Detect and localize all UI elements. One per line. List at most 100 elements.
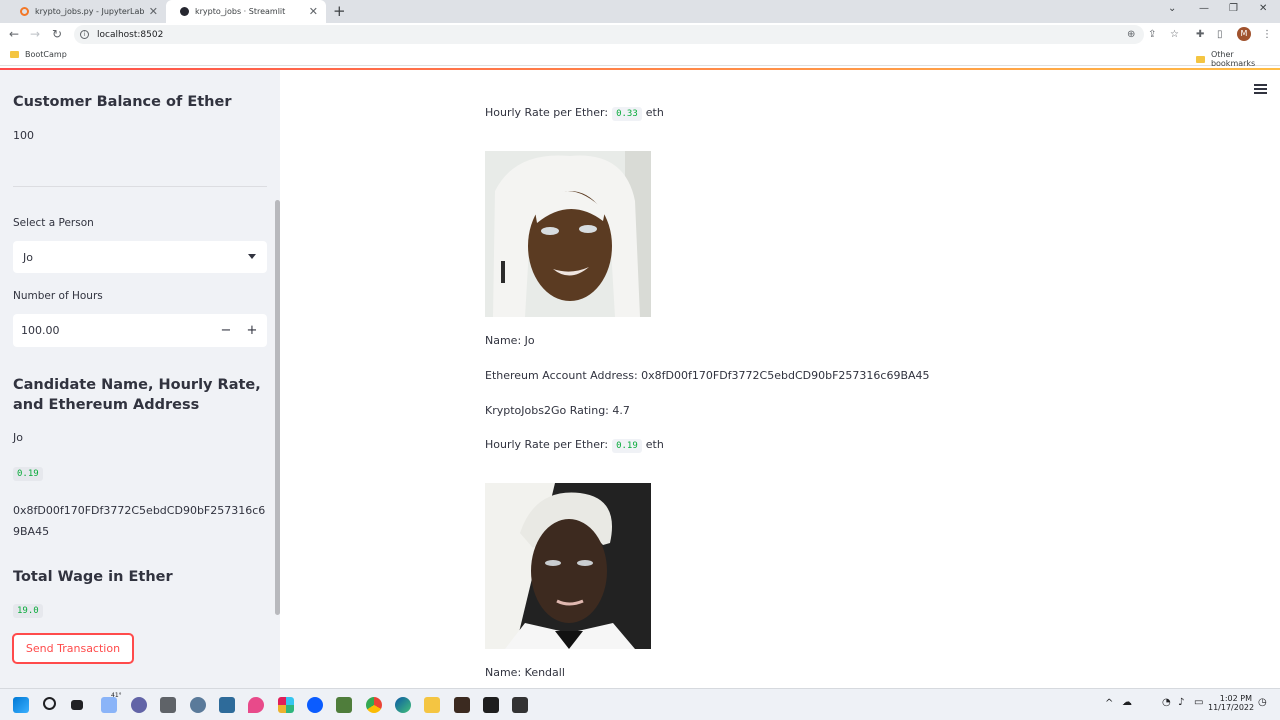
menu-kebab-icon[interactable]: ⋮: [1262, 29, 1272, 40]
candidate-name: Jo: [13, 431, 23, 444]
settings-icon[interactable]: [190, 697, 206, 713]
windows-start-icon[interactable]: [13, 697, 29, 713]
minimize-icon[interactable]: —: [1199, 3, 1209, 14]
url-text[interactable]: localhost:8502: [97, 30, 163, 40]
close-icon[interactable]: ✕: [149, 5, 158, 18]
edge-icon[interactable]: [395, 697, 411, 713]
wage-value: 19.0: [13, 604, 43, 618]
profile-avatar[interactable]: M: [1237, 27, 1251, 41]
candidate-photo-kendall: [485, 483, 651, 649]
battery-icon[interactable]: ▭: [1194, 697, 1203, 708]
bookmarks-bar: BootCamp Other bookmarks: [0, 46, 1280, 68]
increment-button[interactable]: +: [239, 314, 265, 347]
sidebar: Customer Balance of Ether 100 Select a P…: [0, 70, 280, 688]
send-transaction-button[interactable]: Send Transaction: [12, 633, 134, 664]
tray-chevron-icon[interactable]: ^: [1105, 698, 1113, 709]
rate-unit: eth: [645, 106, 664, 119]
candidate-address: 0x8fD00f170FDf3772C5ebdCD90bF257316c69BA…: [13, 504, 266, 538]
zoom-app-icon[interactable]: [307, 697, 323, 713]
postgres-icon[interactable]: [219, 697, 235, 713]
bookmark-label: Other bookmarks: [1210, 50, 1256, 68]
clock[interactable]: 1:02 PM 11/17/2022: [1208, 694, 1255, 712]
folder-icon: [10, 51, 19, 58]
reload-icon[interactable]: ↻: [52, 27, 62, 41]
rate-value: 0.33: [612, 107, 642, 121]
site-info-icon[interactable]: i: [80, 30, 89, 39]
wage-heading: Total Wage in Ether: [13, 569, 173, 585]
candidate-heading: Candidate Name, Hourly Rate, and Ethereu…: [13, 377, 261, 413]
share-icon[interactable]: ⇪: [1148, 29, 1156, 40]
sidepanel-icon[interactable]: ▯: [1217, 29, 1223, 40]
chat-icon[interactable]: [131, 697, 147, 713]
tab-jupyterlab[interactable]: krypto_jobs.py - JupyterLab ✕: [6, 0, 166, 23]
bookmark-other[interactable]: Other bookmarks: [1196, 50, 1280, 68]
candidate-address-jo: Ethereum Account Address: 0x8fD00f170FDf…: [485, 369, 930, 382]
tab-streamlit[interactable]: krypto_jobs · Streamlit ✕: [166, 0, 326, 23]
bookmark-label: BootCamp: [25, 50, 67, 59]
browser-tab-bar: krypto_jobs.py - JupyterLab ✕ krypto_job…: [0, 0, 1280, 23]
calculator-icon[interactable]: [160, 697, 176, 713]
restore-icon[interactable]: ❐: [1229, 3, 1238, 14]
hours-label: Number of Hours: [13, 290, 103, 302]
zoom-icon[interactable]: ⊕: [1127, 29, 1135, 40]
new-tab-icon[interactable]: +: [333, 2, 346, 20]
balance-value: 100: [13, 129, 34, 142]
bookmark-bootcamp[interactable]: BootCamp: [10, 50, 67, 59]
extensions-icon[interactable]: ✚: [1196, 29, 1204, 40]
address-toolbar: ← → ↻ i localhost:8502 ⊕ ⇪ ☆ ✚ ▯ ⋮: [0, 23, 1280, 46]
file-explorer-icon[interactable]: [424, 697, 440, 713]
anaconda-icon[interactable]: [454, 697, 470, 713]
select-value: Jo: [23, 250, 33, 264]
candidate-name-jo: Name: Jo: [485, 334, 535, 347]
clock-date: 11/17/2022: [1208, 703, 1255, 712]
search-icon[interactable]: [43, 697, 56, 710]
select-person-dropdown[interactable]: Jo: [13, 241, 267, 273]
candidate-name-kendall: Name: Kendall: [485, 666, 565, 679]
notification-icon[interactable]: ◷: [1258, 697, 1267, 708]
candidate-rate: 0.19: [13, 467, 43, 481]
notepad-icon[interactable]: [512, 697, 528, 713]
tab-title: krypto_jobs · Streamlit: [195, 7, 286, 16]
rate-line: Hourly Rate per Ether: 0.33 eth: [485, 106, 664, 121]
task-view-icon[interactable]: [71, 700, 83, 710]
folder-icon: [1196, 55, 1205, 63]
window-close-icon[interactable]: ✕: [1259, 3, 1267, 14]
windows-taskbar: 41° ^ ☁ ◔ ♪ ▭ 1:02 PM 11/17/2022 ◷: [0, 688, 1280, 720]
decrement-button[interactable]: −: [213, 314, 239, 347]
tray-apps-icon[interactable]: ☁: [1122, 697, 1132, 708]
divider: [13, 186, 267, 187]
zotero-icon[interactable]: [336, 697, 352, 713]
select-person-label: Select a Person: [13, 217, 94, 229]
chevron-down-icon: [248, 254, 256, 259]
close-icon[interactable]: ✕: [309, 5, 318, 18]
weather-temp: 41°: [111, 692, 122, 699]
balance-heading: Customer Balance of Ether: [13, 94, 232, 110]
wifi-icon[interactable]: ◔: [1162, 697, 1171, 708]
back-icon[interactable]: ←: [9, 27, 19, 41]
rate-prefix: Hourly Rate per Ether:: [485, 438, 609, 451]
rate-value: 0.19: [612, 439, 642, 453]
forward-icon[interactable]: →: [30, 27, 40, 41]
terminal-icon[interactable]: [483, 697, 499, 713]
rate-unit: eth: [645, 438, 664, 451]
paint-icon[interactable]: [248, 697, 264, 713]
rate-prefix: Hourly Rate per Ether:: [485, 106, 609, 119]
weather-icon[interactable]: [101, 697, 117, 713]
hours-number-input[interactable]: 100.00 − +: [13, 314, 267, 347]
bookmark-star-icon[interactable]: ☆: [1170, 29, 1179, 40]
hamburger-menu-icon[interactable]: [1254, 84, 1267, 96]
candidate-photo-jo: [485, 151, 651, 317]
chrome-icon[interactable]: [366, 697, 382, 713]
main-content: Hourly Rate per Ether: 0.33 eth Name: Jo E…: [280, 70, 1280, 688]
clock-time: 1:02 PM: [1219, 694, 1252, 703]
slack-icon[interactable]: [278, 697, 294, 713]
jupyter-icon: [20, 7, 29, 16]
omnibox[interactable]: i localhost:8502: [74, 25, 1144, 44]
streamlit-icon: [180, 7, 189, 16]
tab-search-icon[interactable]: ⌄: [1168, 3, 1176, 14]
rate-line-jo: Hourly Rate per Ether: 0.19 eth: [485, 438, 664, 453]
volume-icon[interactable]: ♪: [1178, 697, 1184, 708]
candidate-rating-jo: KryptoJobs2Go Rating: 4.7: [485, 404, 630, 417]
tab-title: krypto_jobs.py - JupyterLab: [35, 7, 145, 16]
hours-value[interactable]: 100.00: [21, 324, 60, 337]
